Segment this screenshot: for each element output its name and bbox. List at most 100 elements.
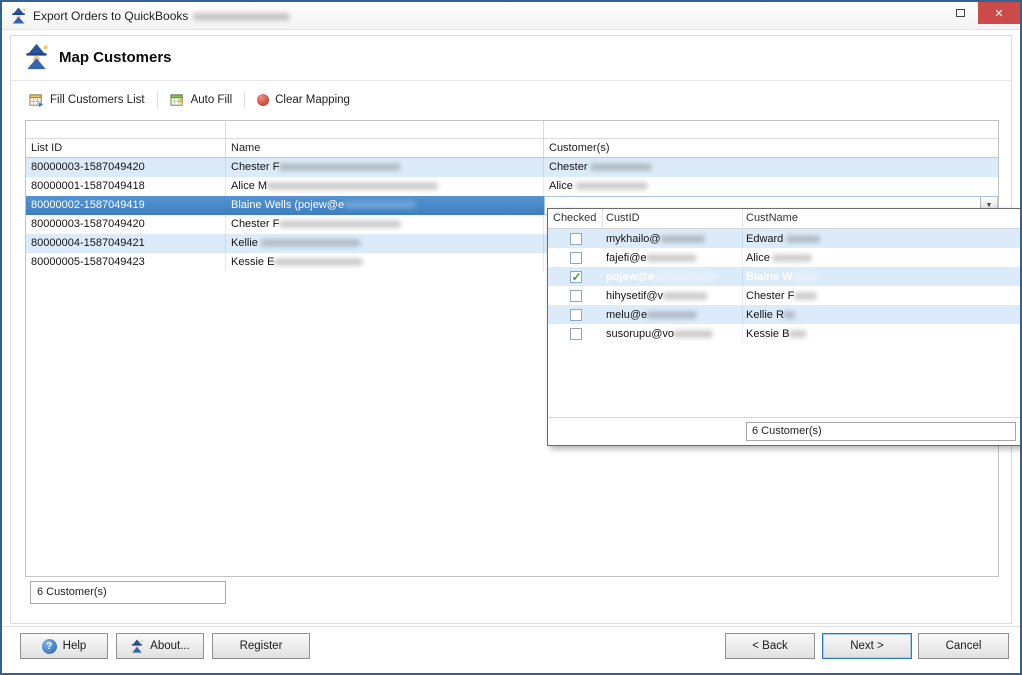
cell-list-id: 80000005-1587049423: [26, 253, 226, 272]
dropdown-footer: 6 Customer(s): [548, 417, 1022, 445]
redacted-text: xxx: [789, 328, 806, 340]
redacted-text: xxxxxxxxxxxxxxxxxxxxxxxxxxxxxxx: [267, 180, 438, 192]
redacted-text: xxxxxx: [786, 233, 819, 245]
cell-list-id: 80000001-1587049418: [26, 177, 226, 196]
redacted-text: xxxx: [792, 271, 816, 283]
column-header-name[interactable]: Name: [226, 139, 544, 157]
cell-custname: Chester Fxxxx: [743, 287, 1022, 305]
auto-fill-label: Auto Fill: [191, 94, 233, 106]
help-icon: ?: [42, 639, 57, 654]
dropdown-header-row: Checked CustID CustName: [548, 209, 1022, 229]
dropdown-count-box: 6 Customer(s): [746, 422, 1016, 441]
cell-custid: hihysetif@vxxxxxxxx: [603, 287, 743, 305]
back-label: < Back: [752, 640, 787, 652]
cell-name: Kessie Exxxxxxxxxxxxxxxx: [226, 253, 544, 272]
column-header-custid[interactable]: CustID: [603, 209, 743, 228]
list-item[interactable]: susorupu@voxxxxxxx Kessie Bxxx: [548, 324, 1022, 343]
redacted-text: xxxxxxxx: [663, 290, 707, 302]
redacted-text: xx: [784, 309, 795, 321]
cell-name: Blaine Wells (pojew@exxxxxxxxxxxxx: [226, 196, 544, 215]
list-item[interactable]: pojew@exxxxxxxxxx Blaine Wxxxx: [548, 267, 1022, 286]
cell-custname: Alice xxxxxxx: [743, 249, 1022, 267]
row-checkbox[interactable]: [570, 328, 582, 340]
cell-custid: mykhailo@xxxxxxxx: [603, 230, 743, 248]
redacted-text: xxxxxxxxxx: [654, 271, 715, 283]
footer-separator: [2, 626, 1020, 627]
about-label: About...: [150, 640, 190, 652]
help-label: Help: [63, 640, 87, 652]
redacted-text: xxxxxxxxxxxxxxxxxxxxxx: [279, 218, 400, 230]
title-bar: Export Orders to QuickBooks xxxxxxxxxxxx…: [2, 2, 1020, 30]
page-title: Map Customers: [59, 49, 172, 66]
cell-custname: Kellie Rxx: [743, 306, 1022, 324]
row-checkbox[interactable]: [570, 233, 582, 245]
customer-dropdown-panel: Checked CustID CustName mykhailo@xxxxxxx…: [547, 208, 1022, 446]
redacted-text: xxxx: [794, 290, 816, 302]
toolbar-separator: [157, 91, 158, 109]
clear-mapping-icon: [257, 94, 269, 106]
window-title: Export Orders to QuickBooks: [33, 9, 188, 23]
next-label: Next >: [850, 640, 884, 652]
toolbar-separator: [244, 91, 245, 109]
row-checkbox[interactable]: [570, 290, 582, 302]
register-button[interactable]: Register: [212, 633, 310, 659]
cell-custid: fajefi@exxxxxxxxx: [603, 249, 743, 267]
table-row[interactable]: 80000001-1587049418 Alice Mxxxxxxxxxxxxx…: [26, 177, 998, 196]
redacted-text: xxxxxxxxxxx: [591, 161, 652, 173]
auto-fill-icon: [170, 93, 185, 108]
column-header-list-id[interactable]: List ID: [26, 139, 226, 157]
cell-custid: susorupu@voxxxxxxx: [603, 325, 743, 343]
list-item[interactable]: hihysetif@vxxxxxxxx Chester Fxxxx: [548, 286, 1022, 305]
next-button[interactable]: Next >: [822, 633, 912, 659]
grid-band-row: [26, 121, 998, 139]
app-icon: [10, 7, 27, 24]
wizard-icon: [23, 43, 50, 70]
cell-customers: Alice xxxxxxxxxxxxx: [544, 177, 998, 196]
row-checkbox[interactable]: [570, 309, 582, 321]
close-button[interactable]: ✕: [978, 2, 1020, 24]
cell-custid: melu@exxxxxxxxx: [603, 306, 743, 324]
cell-name: Kellie xxxxxxxxxxxxxxxxxx: [226, 234, 544, 253]
redacted-text: xxxxxxxxxxxxx: [576, 180, 648, 192]
maximize-button[interactable]: [942, 2, 978, 24]
cell-list-id: 80000002-1587049419: [26, 196, 226, 215]
column-header-customers[interactable]: Customer(s): [544, 139, 998, 157]
help-button[interactable]: ? Help: [20, 633, 108, 659]
table-row[interactable]: 80000003-1587049420 Chester Fxxxxxxxxxxx…: [26, 158, 998, 177]
cancel-button[interactable]: Cancel: [918, 633, 1009, 659]
redacted-text: xxxxxxxx: [661, 233, 705, 245]
row-checkbox[interactable]: [570, 252, 582, 264]
cell-name: Chester Fxxxxxxxxxxxxxxxxxxxxxx: [226, 215, 544, 234]
cancel-label: Cancel: [946, 640, 982, 652]
close-icon: ✕: [994, 7, 1003, 20]
cell-list-id: 80000004-1587049421: [26, 234, 226, 253]
about-icon: [130, 639, 144, 653]
column-header-custname[interactable]: CustName: [743, 209, 1022, 228]
list-item[interactable]: mykhailo@xxxxxxxx Edward xxxxxx: [548, 229, 1022, 248]
window-title-redacted: xxxxxxxxxxxxxxxx: [193, 9, 289, 23]
grid-header-row: List ID Name Customer(s): [26, 139, 998, 158]
list-item[interactable]: fajefi@exxxxxxxxx Alice xxxxxxx: [548, 248, 1022, 267]
redacted-text: xxxxxxxxxxxxxxxx: [274, 256, 362, 268]
cell-name: Chester Fxxxxxxxxxxxxxxxxxxxxxx: [226, 158, 544, 177]
row-checkbox[interactable]: [570, 271, 582, 283]
cell-list-id: 80000003-1587049420: [26, 215, 226, 234]
cell-custname: Edward xxxxxx: [743, 230, 1022, 248]
about-button[interactable]: About...: [116, 633, 204, 659]
redacted-text: xxxxxxxxx: [647, 309, 697, 321]
back-button[interactable]: < Back: [725, 633, 815, 659]
clear-mapping-button[interactable]: Clear Mapping: [247, 89, 360, 111]
cell-custname: Blaine Wxxxx: [743, 268, 1022, 286]
dropdown-rows: mykhailo@xxxxxxxx Edward xxxxxx fajefi@e…: [548, 229, 1022, 343]
fill-customers-list-button[interactable]: Fill Customers List: [19, 88, 155, 113]
column-header-checked[interactable]: Checked: [548, 209, 603, 228]
fill-list-icon: [29, 93, 44, 108]
list-item[interactable]: melu@exxxxxxxxx Kellie Rxx: [548, 305, 1022, 324]
toolbar: Fill Customers List Auto Fill Clear Mapp…: [11, 82, 1011, 118]
register-label: Register: [240, 640, 283, 652]
redacted-text: xxxxxxx: [773, 252, 812, 264]
redacted-text: xxxxxxxxx: [647, 252, 697, 264]
auto-fill-button[interactable]: Auto Fill: [160, 88, 243, 113]
cell-custname: Kessie Bxxx: [743, 325, 1022, 343]
cell-name: Alice Mxxxxxxxxxxxxxxxxxxxxxxxxxxxxxxx: [226, 177, 544, 196]
